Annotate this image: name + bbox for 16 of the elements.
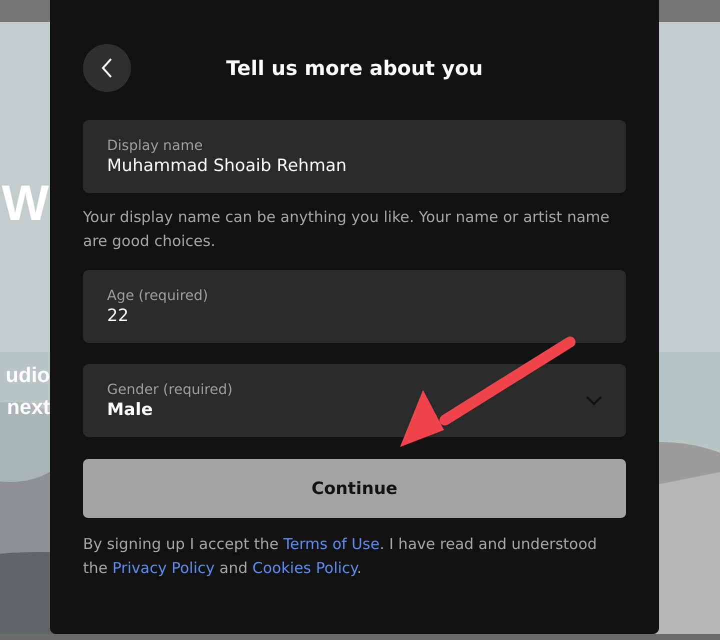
link[interactable]: Cookies Policy bbox=[252, 559, 357, 577]
back-button[interactable] bbox=[83, 44, 131, 92]
input-field[interactable]: Display name Muhammad Shoaib Rehman bbox=[83, 120, 626, 193]
hero-text: udio bbox=[4, 364, 50, 388]
chevron-icon bbox=[586, 396, 602, 406]
link[interactable]: Privacy Policy bbox=[112, 559, 215, 577]
input-field[interactable]: Age (required) 22 bbox=[83, 270, 626, 343]
continue-button[interactable]: Continue bbox=[83, 459, 626, 518]
help-text: Your display name can be anything you like. Your name or artist name are good choices. bbox=[83, 207, 610, 252]
hero-text: next bbox=[6, 396, 50, 420]
back-icon bbox=[101, 58, 113, 78]
heading-text: W bbox=[2, 174, 49, 232]
link[interactable]: Terms of Use bbox=[283, 535, 380, 553]
legal-text: By signing up I accept the Terms of Use. I have read and understood the Privacy Policy and Cookies Policy. bbox=[83, 534, 598, 579]
dropdown-field[interactable]: Gender (required) Male bbox=[83, 364, 626, 437]
dialog-title: Tell us more about you bbox=[225, 56, 484, 80]
